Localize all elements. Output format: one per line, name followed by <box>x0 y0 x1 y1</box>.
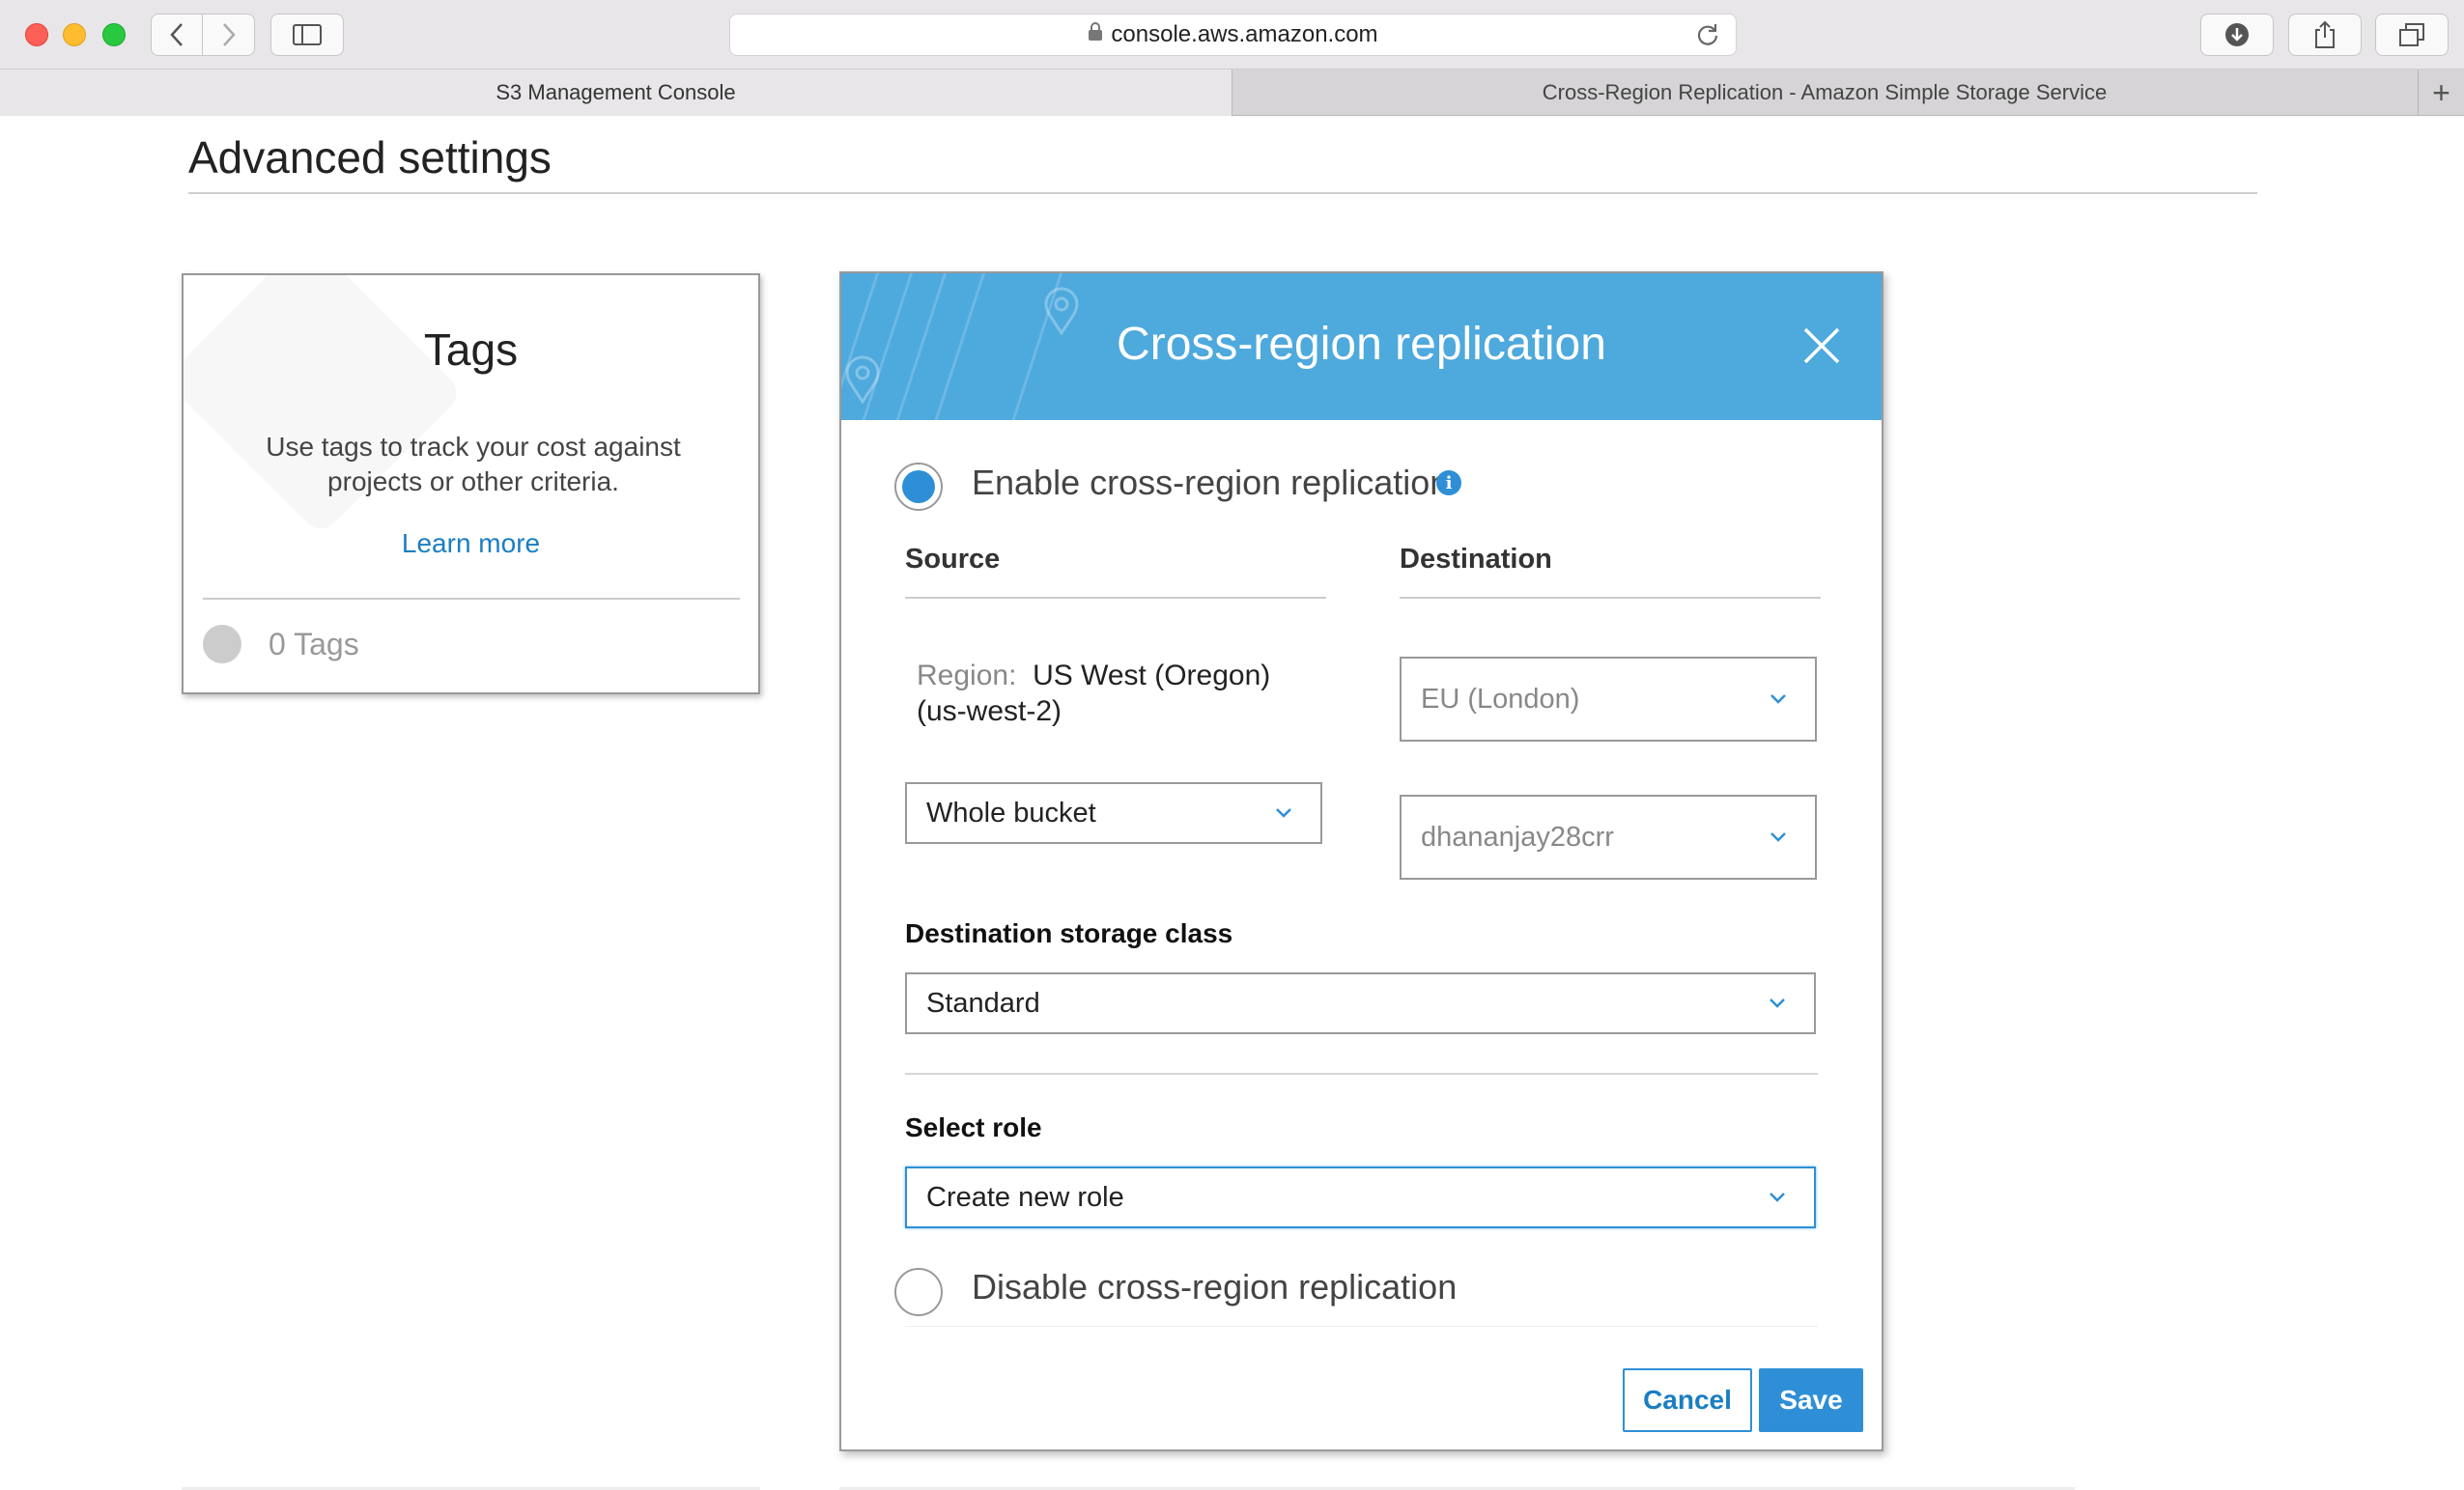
storage-class-label: Destination storage class <box>905 918 1233 948</box>
back-button[interactable] <box>151 14 203 56</box>
browser-toolbar: console.aws.amazon.com <box>0 0 2464 70</box>
reload-icon[interactable] <box>1695 22 1720 54</box>
select-role-label: Select role <box>905 1112 1042 1142</box>
tabs-overview-icon <box>2399 23 2424 46</box>
replication-scope-select[interactable]: Whole bucket <box>905 782 1322 844</box>
storage-class-select[interactable]: Standard <box>905 972 1816 1034</box>
chevron-right-icon <box>222 23 236 46</box>
window-maximize-button[interactable] <box>102 23 126 46</box>
close-icon[interactable] <box>1798 322 1846 370</box>
sidebar-toggle-button[interactable] <box>270 14 344 56</box>
tab-s3-console[interactable]: S3 Management Console <box>0 70 1232 116</box>
destination-region-value: EU (London) <box>1421 683 1580 715</box>
crr-modal: Cross-region replication Enable cross-re… <box>839 271 1883 1451</box>
replication-scope-value: Whole bucket <box>926 797 1096 829</box>
section-divider <box>905 1073 1818 1075</box>
new-tab-button[interactable]: + <box>2418 70 2464 116</box>
chevron-down-icon <box>1276 808 1291 818</box>
address-bar[interactable]: console.aws.amazon.com <box>729 14 1737 56</box>
destination-region-select[interactable]: EU (London) <box>1400 657 1817 742</box>
source-region: Region: US West (Oregon) (us-west-2) <box>917 658 1322 729</box>
learn-more-link[interactable]: Learn more <box>184 528 758 559</box>
storage-class-value: Standard <box>926 987 1040 1019</box>
enable-crr-label[interactable]: Enable cross-region replication <box>972 463 1449 503</box>
chevron-down-icon <box>1770 694 1786 704</box>
lock-icon <box>1088 21 1103 48</box>
disable-crr-label[interactable]: Disable cross-region replication <box>972 1267 1457 1307</box>
modal-header: Cross-region replication <box>841 273 1882 420</box>
destination-divider <box>1400 597 1821 599</box>
tags-card-divider <box>203 598 740 600</box>
downloads-button[interactable] <box>2200 14 2274 56</box>
source-heading: Source <box>905 544 1001 575</box>
tags-card[interactable]: Tags Use tags to track your cost against… <box>182 273 760 694</box>
destination-bucket-value: dhananjay28crr <box>1421 821 1614 853</box>
footer-divider <box>905 1326 1818 1327</box>
tab-crr-docs[interactable]: Cross-Region Replication - Amazon Simple… <box>1233 70 2416 116</box>
role-select[interactable]: Create new role <box>905 1167 1816 1228</box>
region-label: Region: <box>917 660 1017 691</box>
destination-bucket-select[interactable]: dhananjay28crr <box>1400 795 1817 880</box>
modal-title: Cross-region replication <box>1117 319 1606 370</box>
enable-crr-radio[interactable] <box>894 463 943 511</box>
forward-button[interactable] <box>203 14 255 56</box>
destination-heading: Destination <box>1400 544 1552 575</box>
chevron-left-icon <box>170 23 183 46</box>
tags-count: 0 Tags <box>269 627 359 661</box>
tags-card-title: Tags <box>423 324 519 375</box>
url-text: console.aws.amazon.com <box>1111 21 1378 47</box>
tab-bar: S3 Management Console Cross-Region Repli… <box>0 70 2464 116</box>
sidebar-icon <box>293 24 322 45</box>
source-divider <box>905 597 1326 599</box>
share-icon <box>2315 20 2335 48</box>
disable-crr-radio[interactable] <box>894 1268 943 1316</box>
window-minimize-button[interactable] <box>63 23 86 46</box>
cancel-button[interactable]: Cancel <box>1623 1368 1752 1432</box>
tags-card-description: Use tags to track your cost against proj… <box>266 432 681 496</box>
info-icon[interactable]: i <box>1436 470 1461 495</box>
heading-divider <box>188 192 2257 194</box>
tags-status-indicator <box>203 625 241 663</box>
page-title: Advanced settings <box>188 132 552 183</box>
share-button[interactable] <box>2288 14 2362 56</box>
chevron-down-icon <box>1770 998 1785 1008</box>
show-tabs-button[interactable] <box>2375 14 2449 56</box>
download-icon <box>2225 23 2249 46</box>
save-button[interactable]: Save <box>1759 1368 1863 1432</box>
chevron-down-icon <box>1770 832 1786 842</box>
chevron-down-icon <box>1770 1193 1785 1202</box>
role-value: Create new role <box>926 1181 1124 1213</box>
window-close-button[interactable] <box>25 23 48 46</box>
